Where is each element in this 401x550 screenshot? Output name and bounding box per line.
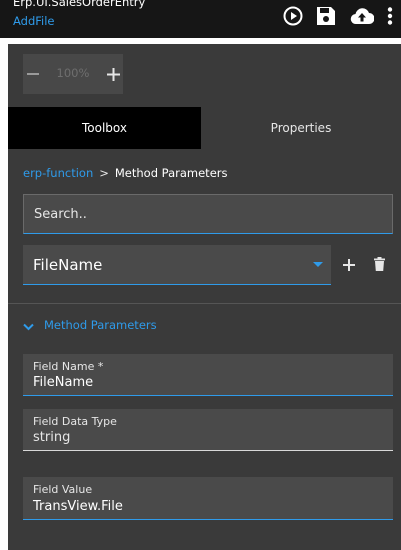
breadcrumb: erp-function > Method Parameters bbox=[23, 166, 227, 180]
field-data-type-input[interactable]: Field Data Type string bbox=[23, 409, 393, 451]
play-circle-icon[interactable] bbox=[282, 5, 304, 27]
tab-properties[interactable]: Properties bbox=[201, 107, 401, 149]
field-data-type-value: string bbox=[33, 430, 71, 445]
method-parameters-toggle[interactable]: Method Parameters bbox=[23, 317, 157, 333]
tab-toolbox[interactable]: Toolbox bbox=[8, 107, 201, 149]
trash-icon bbox=[373, 256, 385, 275]
field-value-label: Field Value bbox=[33, 483, 93, 496]
method-name-link[interactable]: AddFile bbox=[13, 14, 55, 28]
function-select-value: FileName bbox=[33, 256, 103, 274]
zoom-out-button[interactable] bbox=[23, 54, 43, 94]
add-parameter-button[interactable] bbox=[339, 254, 359, 276]
field-name-input[interactable]: Field Name * FileName bbox=[23, 354, 393, 396]
section-title: Method Parameters bbox=[44, 318, 157, 332]
breadcrumb-separator: > bbox=[99, 166, 109, 180]
chevron-down-icon bbox=[23, 316, 34, 335]
app-header: Erp.UI.SalesOrderEntry AddFile bbox=[0, 0, 401, 38]
breadcrumb-current: Method Parameters bbox=[114, 166, 228, 180]
search-input[interactable] bbox=[24, 195, 392, 233]
more-vertical-icon[interactable] bbox=[384, 5, 396, 27]
toolbox-panel: 100% Toolbox Properties erp-function > Met… bbox=[8, 44, 401, 550]
field-name-label: Field Name * bbox=[33, 360, 104, 373]
zoom-control: 100% bbox=[23, 54, 123, 94]
panel-tabs: Toolbox Properties bbox=[8, 107, 401, 149]
cloud-upload-icon[interactable] bbox=[349, 5, 375, 27]
divider bbox=[8, 303, 401, 304]
delete-parameter-button[interactable] bbox=[369, 254, 389, 276]
field-data-type-label: Field Data Type bbox=[33, 415, 117, 428]
field-value-input[interactable]: Field Value TransView.File bbox=[23, 477, 393, 520]
zoom-in-button[interactable] bbox=[103, 54, 123, 94]
save-icon[interactable] bbox=[315, 5, 337, 27]
breadcrumb-erp-function[interactable]: erp-function bbox=[23, 166, 93, 180]
function-select[interactable]: FileName bbox=[23, 245, 331, 285]
field-name-value: FileName bbox=[33, 375, 94, 390]
zoom-level: 100% bbox=[56, 66, 90, 80]
field-value-value: TransView.File bbox=[33, 499, 123, 514]
search-box bbox=[23, 194, 393, 234]
caret-down-icon bbox=[313, 262, 323, 267]
app-title: Erp.UI.SalesOrderEntry bbox=[13, 0, 146, 9]
